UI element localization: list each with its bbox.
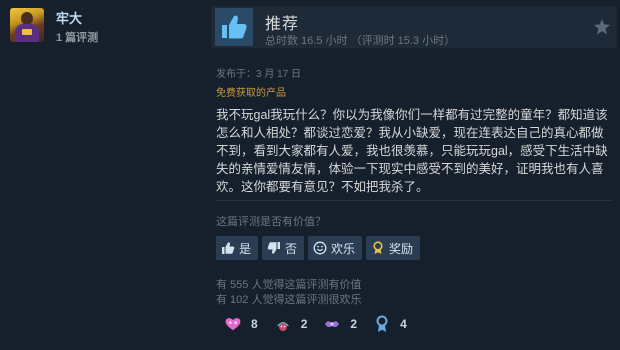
awards-row: 8 2 2 4 [224, 315, 407, 333]
vote-no-label: 否 [285, 241, 298, 256]
award-item[interactable]: 4 [373, 315, 407, 333]
thumbs-down-icon [267, 241, 281, 255]
vote-funny-button[interactable]: 欢乐 [308, 236, 363, 260]
avatar[interactable] [10, 8, 44, 42]
smiley-icon [313, 241, 327, 255]
recommendation-title: 推荐 [265, 16, 300, 33]
wholesome-award-icon [274, 315, 292, 333]
award-count: 8 [251, 317, 258, 331]
award-ribbon-icon [371, 241, 385, 255]
review-header[interactable]: 推荐 总时数 16.5 小时 （评测时 15.3 小时） [211, 6, 617, 48]
review-card: 牢大 1 篇评测 推荐 总时数 16.5 小时 （评测时 15.3 小时） 发布… [0, 0, 620, 350]
award-count: 4 [400, 317, 407, 331]
reviewer-review-count[interactable]: 1 篇评测 [56, 29, 98, 45]
playtime: 总时数 16.5 小时 （评测时 15.3 小时） [265, 35, 456, 47]
thumbs-up-icon [221, 241, 235, 255]
award-button[interactable]: 奖励 [366, 236, 421, 260]
free-product-label: 免费获取的产品 [216, 88, 286, 99]
review-body: 我不玩gal我玩什么？你以为我像你们一样都有过完整的童年？都知道该怎么和人相处？… [216, 108, 608, 194]
helpful-question: 这篇评测是否有价值？ [216, 216, 326, 228]
award-item[interactable]: 8 [224, 315, 258, 333]
funny-count: 有 102 人觉得这篇评测很欢乐 [216, 294, 362, 306]
award-item[interactable]: 2 [274, 315, 308, 333]
clap-award-icon [323, 315, 341, 333]
vote-no-button[interactable]: 否 [262, 236, 305, 260]
award-count: 2 [350, 317, 358, 331]
vote-funny-label: 欢乐 [331, 241, 356, 256]
award-item[interactable]: 2 [323, 315, 357, 333]
award-label: 奖励 [389, 241, 414, 256]
posted-date: 发布于：3 月 17 日 [216, 69, 302, 80]
medal-award-icon [373, 315, 391, 333]
helpful-count: 有 555 人觉得这篇评测有价值 [216, 279, 362, 291]
heart-eyes-award-icon [224, 315, 242, 333]
award-count: 2 [300, 317, 308, 331]
vote-yes-label: 是 [239, 241, 252, 256]
steam-logo-icon [593, 18, 611, 35]
divider [216, 200, 612, 201]
reviewer-panel: 牢大 1 篇评测 [0, 0, 205, 350]
vote-buttons: 是 否 欢乐 奖励 [216, 236, 421, 260]
thumbs-up-icon [215, 8, 253, 46]
reviewer-name[interactable]: 牢大 [56, 8, 82, 27]
vote-yes-button[interactable]: 是 [216, 236, 259, 260]
